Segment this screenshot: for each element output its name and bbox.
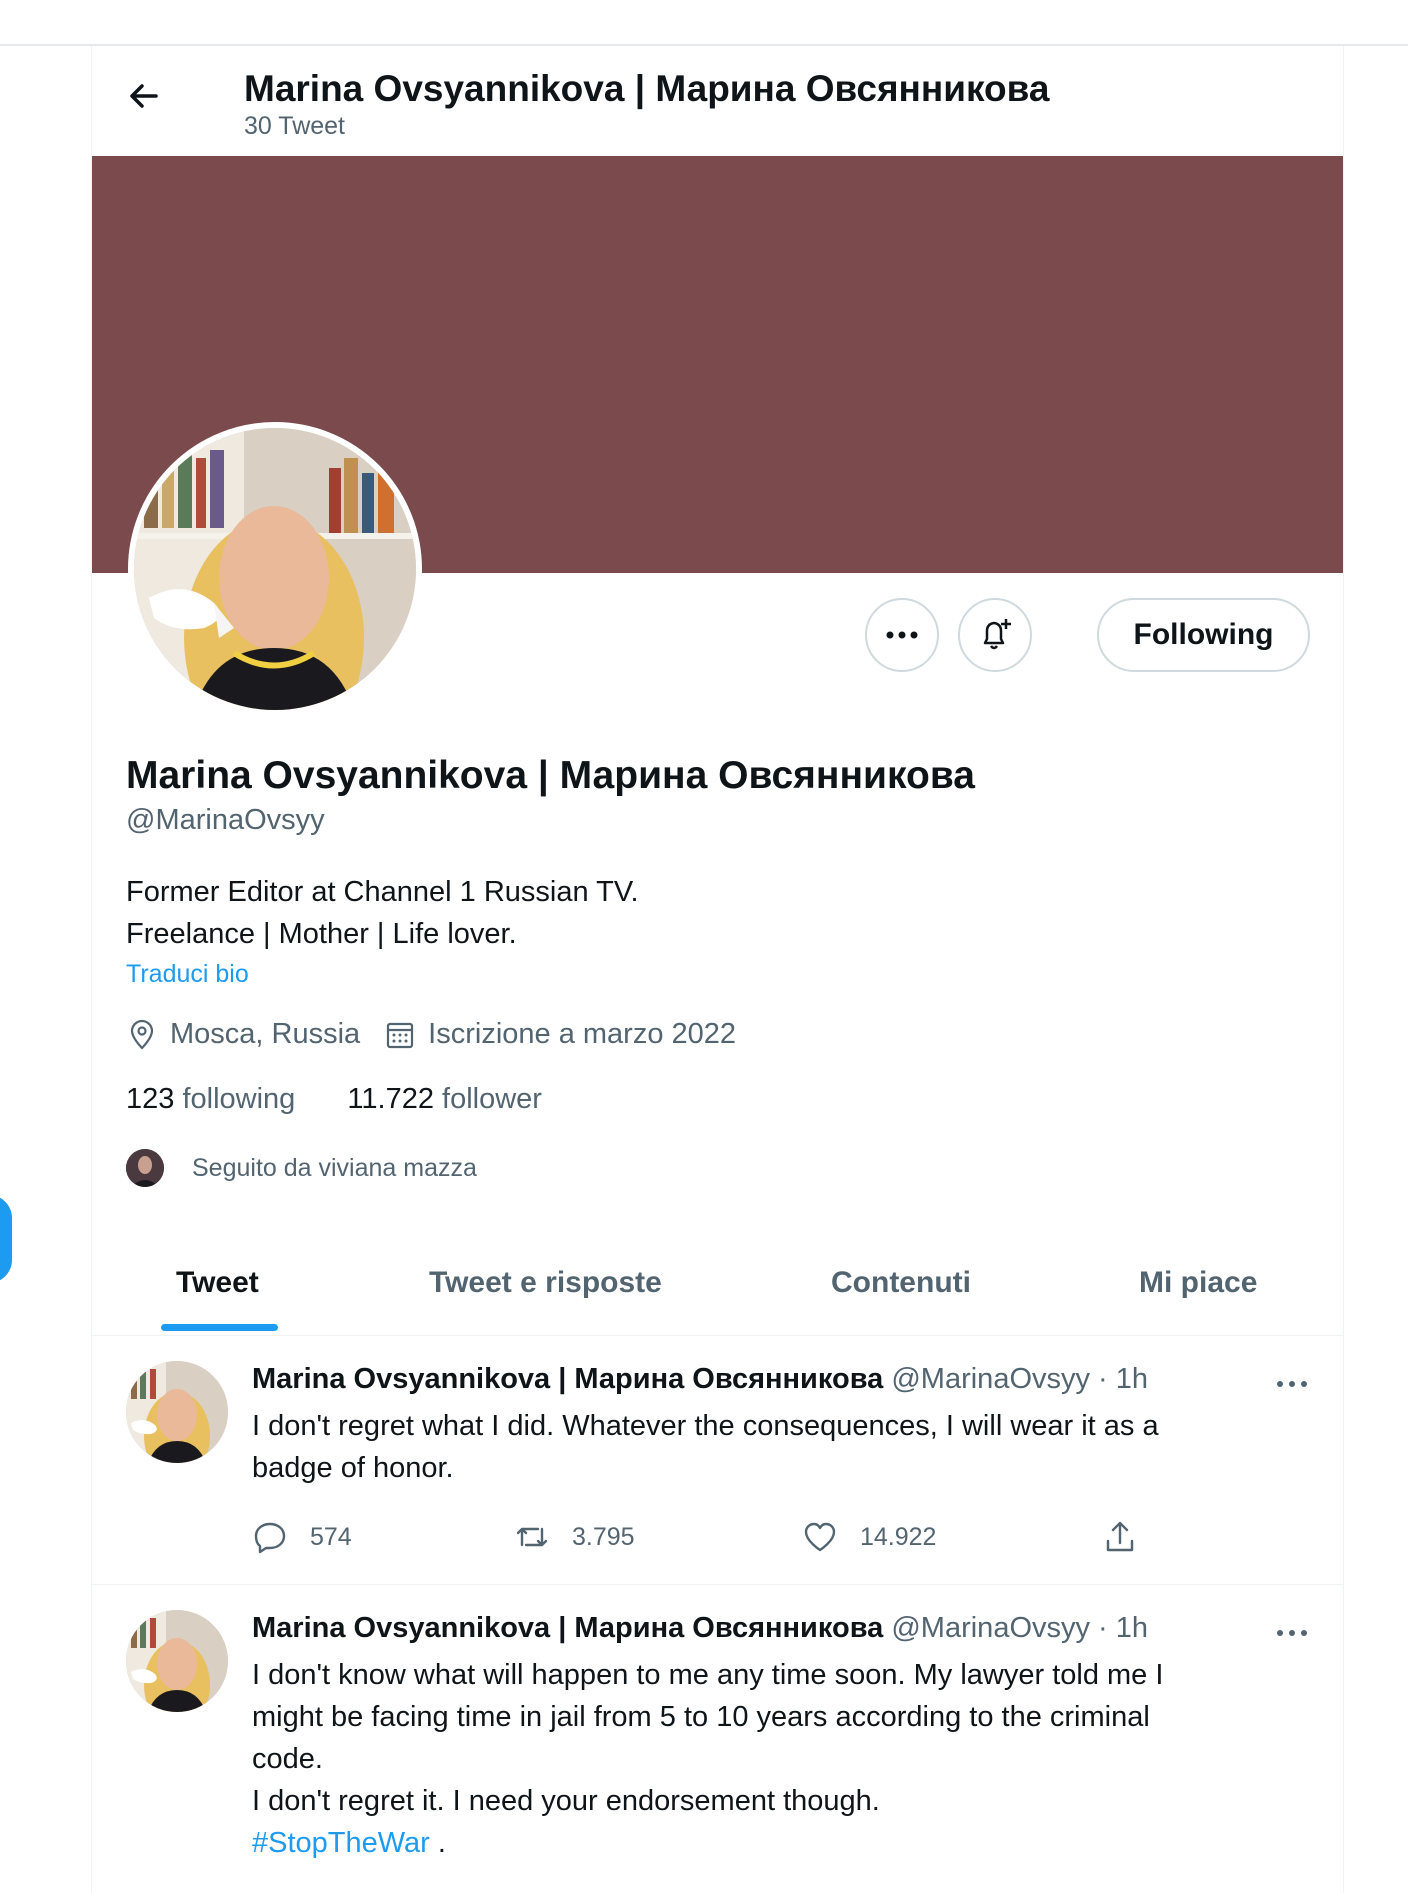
like-count: 14.922: [860, 1522, 937, 1551]
tweet-handle-time[interactable]: @MarinaOvsyy · 1h: [891, 1612, 1148, 1644]
tweet-text: I don't know what will happen to me any …: [252, 1654, 1282, 1864]
profile-column: Marina Ovsyannikova | Марина Овсянникова…: [91, 46, 1344, 1893]
tweet-text-line: might be facing time in jail from 5 to 1…: [252, 1701, 1150, 1733]
tweet-header: Marina Ovsyannikova | Марина Овсянникова…: [252, 1612, 1148, 1645]
more-options-button[interactable]: [865, 598, 939, 672]
reply-count: 574: [310, 1522, 352, 1551]
location-pin-icon: [130, 1019, 154, 1050]
tweet-text-line: I don't know what will happen to me any …: [252, 1659, 1164, 1691]
retweet-icon: [516, 1527, 548, 1547]
profile-name: Marina Ovsyannikova | Марина Овсянникова: [126, 754, 975, 797]
reply-icon: [254, 1522, 286, 1554]
follower-avatar: [126, 1149, 164, 1187]
like-button[interactable]: 14.922: [802, 1519, 936, 1555]
tweet-text-line: #StopTheWar .: [252, 1822, 1282, 1864]
retweet-count: 3.795: [572, 1522, 635, 1551]
notifications-button[interactable]: [958, 598, 1032, 672]
reply-button[interactable]: 574: [252, 1519, 352, 1555]
profile-avatar[interactable]: [128, 422, 422, 716]
header-title: Marina Ovsyannikova | Марина Овсянникова: [244, 68, 1050, 109]
profile-handle: @MarinaOvsyy: [126, 804, 325, 836]
active-tab-indicator: [161, 1324, 278, 1331]
retweet-button[interactable]: 3.795: [514, 1519, 635, 1555]
profile-tabs: Tweet Tweet e risposte Contenuti Mi piac…: [92, 1246, 1343, 1336]
compose-button-partial[interactable]: [0, 1195, 12, 1283]
profile-meta: Mosca, Russia Iscrizione a marzo 2022: [126, 1018, 736, 1051]
tweet-text: I don't regret what I did. Whatever the …: [252, 1405, 1282, 1489]
tweet-text-line: I don't regret what I did. Whatever the …: [252, 1410, 1159, 1442]
tweet-avatar[interactable]: [126, 1361, 228, 1463]
profile-stats: 123 following 11.722 follower: [126, 1083, 542, 1116]
tweet-avatar[interactable]: [126, 1610, 228, 1712]
follower-label: follower: [442, 1083, 542, 1115]
calendar-icon: [387, 1022, 414, 1048]
followed-by-text: Seguito da viviana mazza: [192, 1153, 477, 1182]
tweet-text-line: I don't regret it. I need your endorseme…: [252, 1785, 880, 1817]
tweet-handle-time[interactable]: @MarinaOvsyy · 1h: [891, 1363, 1148, 1395]
share-button[interactable]: [1102, 1519, 1160, 1555]
header-tweet-count: 30 Tweet: [244, 112, 346, 140]
tab-tweet-e-risposte[interactable]: Tweet e risposte: [429, 1266, 662, 1300]
following-count: 123: [126, 1083, 175, 1115]
tweet-text-line: badge of honor.: [252, 1452, 454, 1484]
heart-icon: [804, 1522, 836, 1552]
tweet-actions: 574 3.795 14.922: [252, 1519, 1202, 1559]
tweet[interactable]: Marina Ovsyannikova | Марина Овсянникова…: [92, 1586, 1343, 1893]
hashtag-link[interactable]: #StopTheWar: [252, 1827, 430, 1859]
bio-line: Freelance | Mother | Life lover.: [126, 918, 517, 950]
bio-line: Former Editor at Channel 1 Russian TV.: [126, 876, 639, 908]
share-icon: [1106, 1521, 1134, 1552]
following-label: following: [182, 1083, 296, 1115]
tweet[interactable]: Marina Ovsyannikova | Марина Овсянникова…: [92, 1337, 1343, 1585]
location-text: Mosca, Russia: [170, 1018, 361, 1050]
joined-text: Iscrizione a marzo 2022: [428, 1018, 737, 1050]
following-button[interactable]: Following: [1097, 598, 1310, 672]
follower-count: 11.722: [347, 1083, 434, 1115]
back-arrow-icon[interactable]: [122, 74, 166, 118]
following-link[interactable]: 123 following: [126, 1083, 295, 1115]
tweet-more-icon[interactable]: [1272, 1623, 1312, 1643]
hashtag-suffix: .: [429, 1827, 446, 1859]
followed-by[interactable]: Seguito da viviana mazza: [126, 1149, 477, 1187]
tweet-more-icon[interactable]: [1272, 1374, 1312, 1394]
tab-tweet[interactable]: Tweet: [176, 1266, 259, 1300]
translate-bio-link[interactable]: Traduci bio: [126, 960, 249, 989]
tweet-author-name[interactable]: Marina Ovsyannikova | Марина Овсянникова: [252, 1363, 883, 1395]
followers-link[interactable]: 11.722 follower: [347, 1083, 542, 1115]
bell-plus-icon: [983, 619, 1011, 650]
more-dots-icon: [886, 631, 918, 639]
profile-bio: Former Editor at Channel 1 Russian TV. F…: [126, 871, 639, 955]
tweet-header: Marina Ovsyannikova | Марина Овсянникова…: [252, 1363, 1148, 1396]
tweet-author-name[interactable]: Marina Ovsyannikova | Марина Овсянникова: [252, 1612, 883, 1644]
tweet-text-line: code.: [252, 1743, 323, 1775]
profile-header: Marina Ovsyannikova | Марина Овсянникова…: [92, 46, 1343, 156]
tab-contenuti[interactable]: Contenuti: [831, 1266, 971, 1300]
tab-mi-piace[interactable]: Mi piace: [1139, 1266, 1257, 1300]
